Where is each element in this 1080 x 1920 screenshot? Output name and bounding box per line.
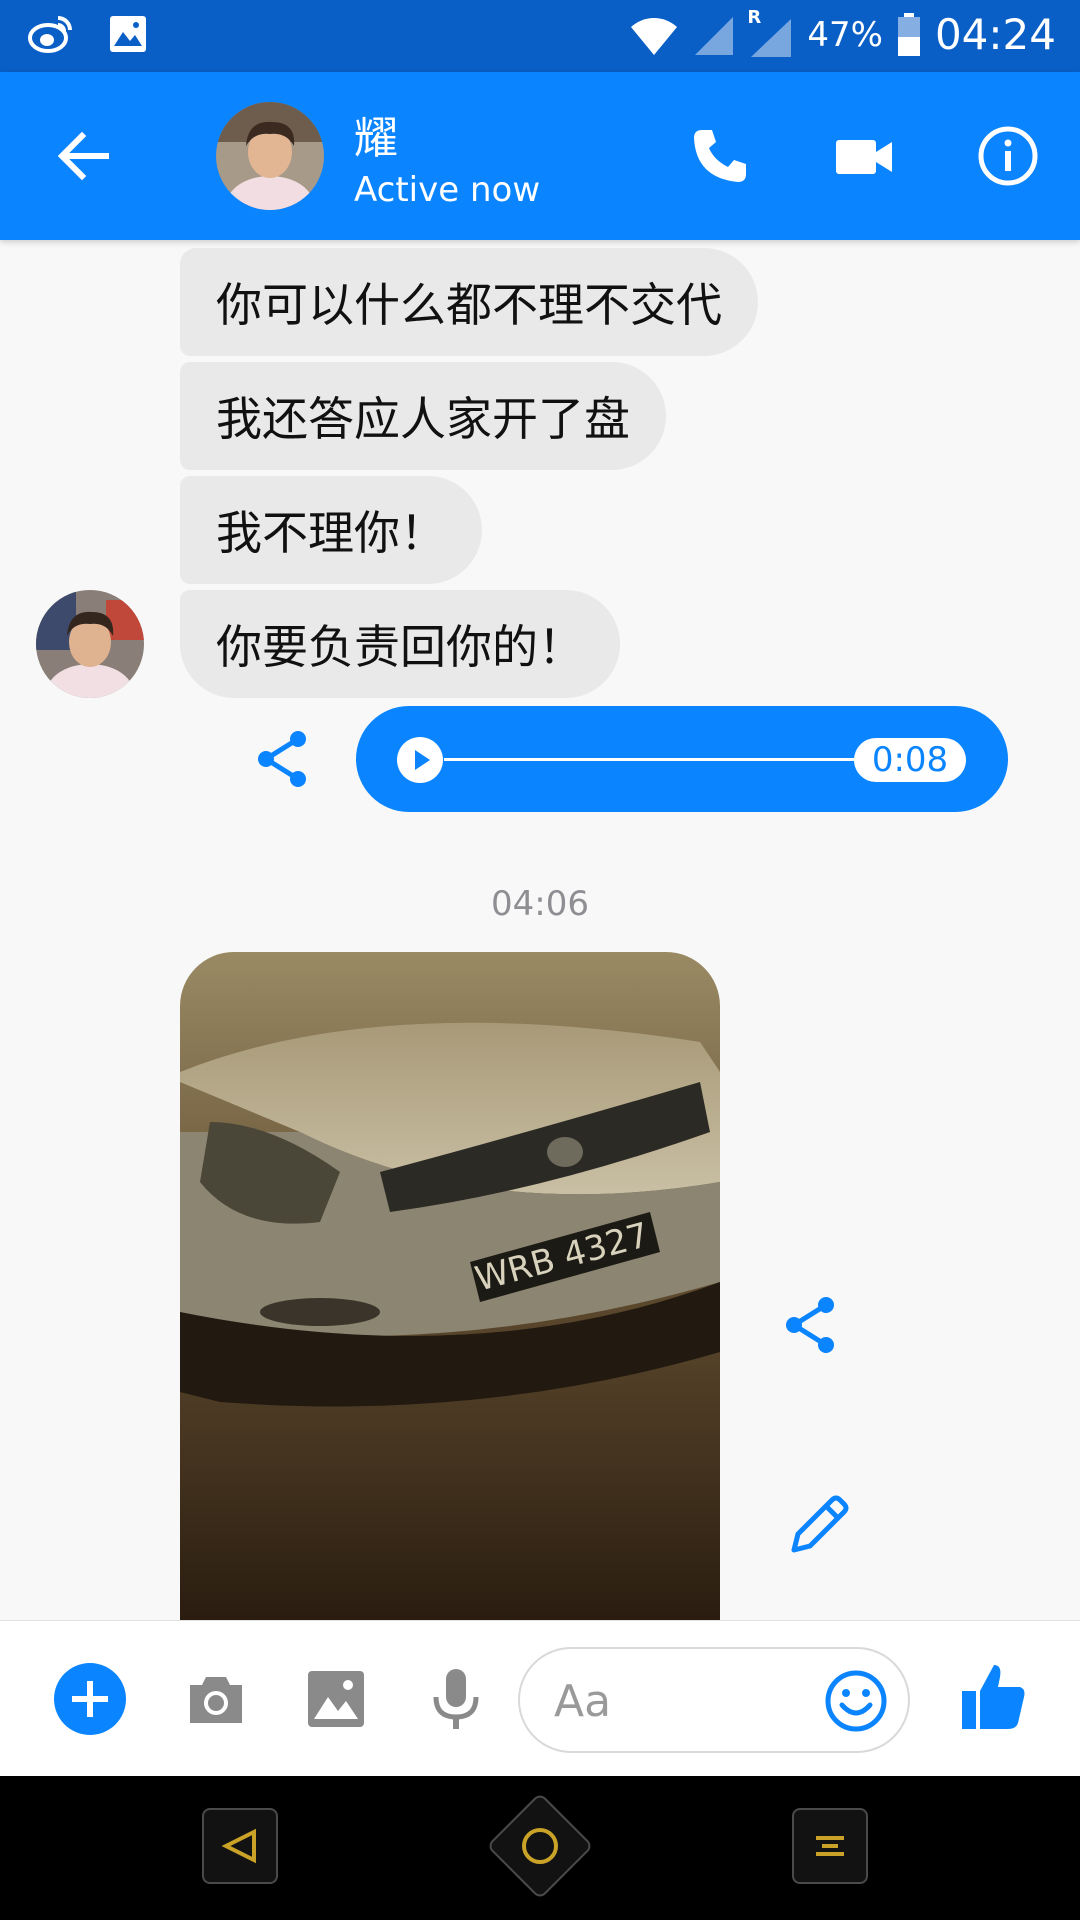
car-photo: WRB 4327 (180, 952, 720, 1620)
plus-icon (54, 1663, 126, 1735)
message-composer (0, 1620, 1080, 1776)
edit-photo-button[interactable] (786, 1490, 854, 1558)
contact-avatar[interactable] (216, 102, 324, 210)
sender-avatar[interactable] (36, 590, 144, 698)
system-back-button[interactable] (202, 1808, 278, 1884)
share-icon (258, 731, 306, 787)
triangle-back-icon (221, 1828, 256, 1864)
back-button[interactable] (52, 124, 116, 188)
like-button[interactable] (960, 1661, 1028, 1733)
info-icon (978, 126, 1038, 186)
incoming-message-bubble[interactable]: 你可以什么都不理不交代 (180, 248, 758, 356)
info-button[interactable] (976, 124, 1040, 188)
audio-progress-track[interactable] (444, 758, 924, 761)
video-call-button[interactable] (832, 124, 896, 188)
signal-icon (695, 16, 734, 55)
play-icon (397, 737, 443, 783)
image-icon (308, 1671, 364, 1727)
weibo-icon (28, 16, 72, 53)
incoming-message-bubble[interactable]: 我不理你！ (180, 476, 482, 584)
message-text: 你要负责回你的！ (216, 620, 584, 674)
phone-icon (694, 130, 746, 182)
system-navigation-bar (0, 1776, 1080, 1920)
emoji-button[interactable] (824, 1669, 888, 1733)
pencil-icon (791, 1495, 849, 1553)
smiley-icon (825, 1670, 887, 1732)
photo-message[interactable]: WRB 4327 (180, 952, 720, 1620)
conversation-header: 耀 Active now (0, 72, 1080, 240)
audio-duration: 0:08 (854, 738, 966, 782)
voice-record-button[interactable] (424, 1667, 488, 1731)
share-photo-button[interactable] (780, 1294, 842, 1356)
voice-call-button[interactable] (688, 124, 752, 188)
camera-button[interactable] (184, 1667, 248, 1731)
active-status: Active now (354, 170, 541, 210)
recents-icon (816, 1836, 844, 1856)
message-input[interactable] (554, 1669, 814, 1733)
incoming-message-bubble[interactable]: 我还答应人家开了盘 (180, 362, 666, 470)
camera-icon (190, 1677, 242, 1723)
wifi-icon (631, 17, 678, 55)
share-audio-button[interactable] (252, 728, 314, 790)
video-camera-icon (836, 140, 892, 174)
thumbs-up-icon (962, 1665, 1025, 1729)
message-input-container (518, 1647, 910, 1753)
voice-message[interactable]: 0:08 (356, 706, 1008, 812)
message-text: 你可以什么都不理不交代 (216, 278, 722, 332)
message-text: 我不理你！ (216, 506, 446, 560)
message-timestamp: 04:06 (491, 884, 589, 924)
signal-roaming-icon: R (747, 7, 793, 59)
battery-percent: 47% (807, 14, 883, 55)
share-icon (786, 1297, 834, 1353)
gallery-button[interactable] (304, 1667, 368, 1731)
microphone-icon (433, 1669, 479, 1729)
home-circle-icon (522, 1828, 558, 1864)
clock: 04:24 (934, 10, 1056, 59)
battery-icon (897, 12, 920, 56)
status-bar: R 47% 04:24 (0, 0, 1080, 72)
image-notification-icon (110, 16, 146, 52)
contact-name[interactable]: 耀 (354, 102, 398, 166)
system-recents-button[interactable] (792, 1808, 868, 1884)
play-button[interactable] (396, 736, 444, 784)
more-actions-button[interactable] (54, 1663, 126, 1735)
incoming-message-bubble[interactable]: 你要负责回你的！ (180, 590, 620, 698)
back-arrow-icon (57, 131, 109, 181)
message-text: 我还答应人家开了盘 (216, 392, 630, 446)
